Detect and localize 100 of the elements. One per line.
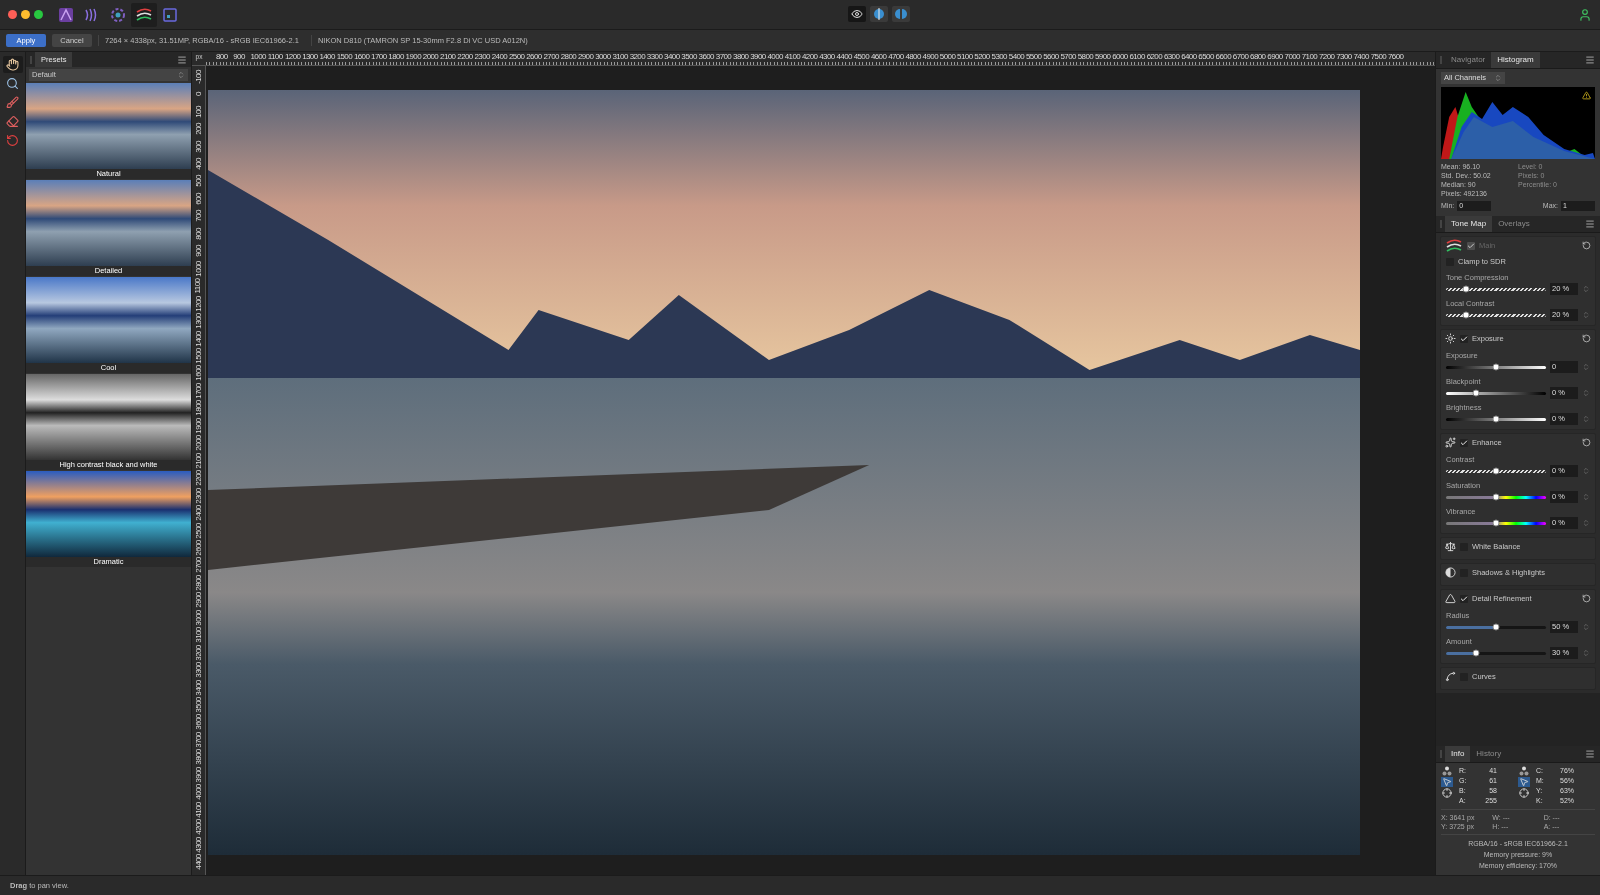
slider-thumb[interactable] xyxy=(1492,467,1500,475)
ruler-label: 5400 xyxy=(1008,52,1026,63)
ruler-label: 3600 xyxy=(192,714,204,731)
section-checkbox[interactable] xyxy=(1460,594,1468,603)
sampler-mode-button[interactable] xyxy=(1518,766,1530,776)
ruler-label: 1300 xyxy=(302,52,319,63)
slider-track[interactable] xyxy=(1446,365,1546,369)
reset-icon[interactable] xyxy=(1582,438,1591,447)
slider-track[interactable] xyxy=(1446,417,1546,421)
ruler-label: 4400 xyxy=(192,854,204,870)
slider-thumb[interactable] xyxy=(1492,415,1500,423)
section-checkbox[interactable] xyxy=(1460,334,1468,343)
ruler-label: 2200 xyxy=(192,470,204,486)
ruler-label: 2300 xyxy=(192,487,204,504)
ruler-label: 2000 xyxy=(422,52,440,63)
ruler-label: 3700 xyxy=(715,52,733,63)
panel-tab[interactable]: Histogram xyxy=(1491,52,1540,68)
ruler-label: 5100 xyxy=(957,52,974,63)
slider-track[interactable] xyxy=(1446,625,1546,629)
slider-thumb[interactable] xyxy=(1492,519,1500,527)
slider-track[interactable] xyxy=(1446,313,1546,317)
ruler-label: 2300 xyxy=(474,52,491,63)
close-button[interactable] xyxy=(8,10,17,19)
ruler-label: 6700 xyxy=(1232,52,1250,63)
reset-icon[interactable] xyxy=(1582,594,1591,603)
eraser-icon xyxy=(6,115,19,128)
ruler-label: 2700 xyxy=(543,52,560,63)
panel-tab[interactable]: Overlays xyxy=(1492,215,1536,232)
ruler-label: 6600 xyxy=(1215,52,1233,63)
view-mode-button[interactable] xyxy=(870,6,888,22)
ruler-label: 1800 xyxy=(388,52,405,63)
sampler-mode-button[interactable] xyxy=(1441,788,1453,798)
minimize-button[interactable] xyxy=(21,10,30,19)
ruler-label: 4600 xyxy=(870,52,888,63)
curves-icon xyxy=(1445,671,1456,682)
ruler-label: 1900 xyxy=(405,52,423,63)
section-checkbox[interactable] xyxy=(1460,438,1468,447)
slider-track[interactable] xyxy=(1446,287,1546,291)
ruler-label: 3500 xyxy=(192,697,204,713)
ruler-label: 5300 xyxy=(991,52,1008,63)
ruler-label: 600 xyxy=(192,193,204,205)
ruler-label: 1100 xyxy=(192,278,204,294)
slider-track[interactable] xyxy=(1446,521,1546,525)
ruler-label: 6300 xyxy=(1163,52,1181,63)
ruler-label: 3400 xyxy=(664,52,681,63)
sampler-mode-button[interactable] xyxy=(1518,788,1530,798)
persona-button[interactable] xyxy=(131,2,157,27)
ruler-label: 1600 xyxy=(192,365,204,382)
ruler-label: 700 xyxy=(192,210,204,223)
ruler-label: -100 xyxy=(192,69,204,84)
ruler-label: 3400 xyxy=(192,679,204,696)
ruler-label: 7000 xyxy=(1284,52,1301,63)
slider-thumb[interactable] xyxy=(1492,493,1500,501)
sampler-mode-button[interactable] xyxy=(1441,766,1453,776)
ruler-label: 6500 xyxy=(1198,52,1215,63)
ruler-label: 100 xyxy=(192,105,204,118)
ruler-label: 1000 xyxy=(250,52,267,63)
panel-tab[interactable]: Navigator xyxy=(1445,52,1492,68)
ruler-label: 6000 xyxy=(1112,52,1129,63)
slider-track[interactable] xyxy=(1446,469,1546,473)
ruler-label: 1600 xyxy=(353,52,371,63)
ruler-label: 2900 xyxy=(577,52,595,63)
panel-menu-icon[interactable] xyxy=(1585,55,1595,65)
ruler-label: 800 xyxy=(192,228,204,240)
slider-thumb[interactable] xyxy=(1472,649,1480,657)
panel-tab[interactable]: History xyxy=(1470,746,1508,762)
ruler-label: 3200 xyxy=(192,644,204,661)
panel-menu-icon[interactable] xyxy=(1585,218,1595,229)
slider-thumb[interactable] xyxy=(1492,623,1500,631)
ruler-label: 7100 xyxy=(1301,52,1319,63)
slider-thumb[interactable] xyxy=(1492,363,1500,371)
panel-menu-icon[interactable] xyxy=(1585,749,1595,759)
ruler-label: 4000 xyxy=(767,52,784,63)
ruler-label: 0 xyxy=(192,92,204,97)
slider-thumb[interactable] xyxy=(1472,389,1480,397)
slider-track[interactable] xyxy=(1446,495,1546,499)
ruler-label: 7500 xyxy=(1370,52,1388,63)
reset-icon[interactable] xyxy=(1582,334,1591,343)
ruler-label: 5800 xyxy=(1077,52,1095,63)
ruler-label: 3800 xyxy=(733,52,750,63)
slider-track[interactable] xyxy=(1446,651,1546,655)
ruler-label: 200 xyxy=(192,123,204,135)
ruler-label: 900 xyxy=(233,52,246,63)
reset-icon[interactable] xyxy=(1582,241,1591,250)
zoom-button[interactable] xyxy=(34,10,43,19)
ruler-label: 7600 xyxy=(1387,52,1405,63)
panel-menu-icon[interactable] xyxy=(177,54,187,65)
slider-track[interactable] xyxy=(1446,391,1546,395)
ruler-label: 3600 xyxy=(698,52,715,63)
ruler-label: 2100 xyxy=(192,453,204,469)
ruler-label: 500 xyxy=(192,175,204,188)
ruler-label: 1300 xyxy=(192,313,204,329)
ruler-label: 6800 xyxy=(1250,52,1267,63)
ruler-label: 6100 xyxy=(1129,52,1146,63)
tool-button[interactable] xyxy=(2,56,23,73)
panel-tab[interactable]: Info xyxy=(1445,746,1471,762)
ruler-label: 5500 xyxy=(1026,52,1043,63)
user-icon[interactable] xyxy=(1578,7,1592,22)
view-mode-button[interactable] xyxy=(848,6,866,22)
ruler-label: 4100 xyxy=(784,52,802,63)
